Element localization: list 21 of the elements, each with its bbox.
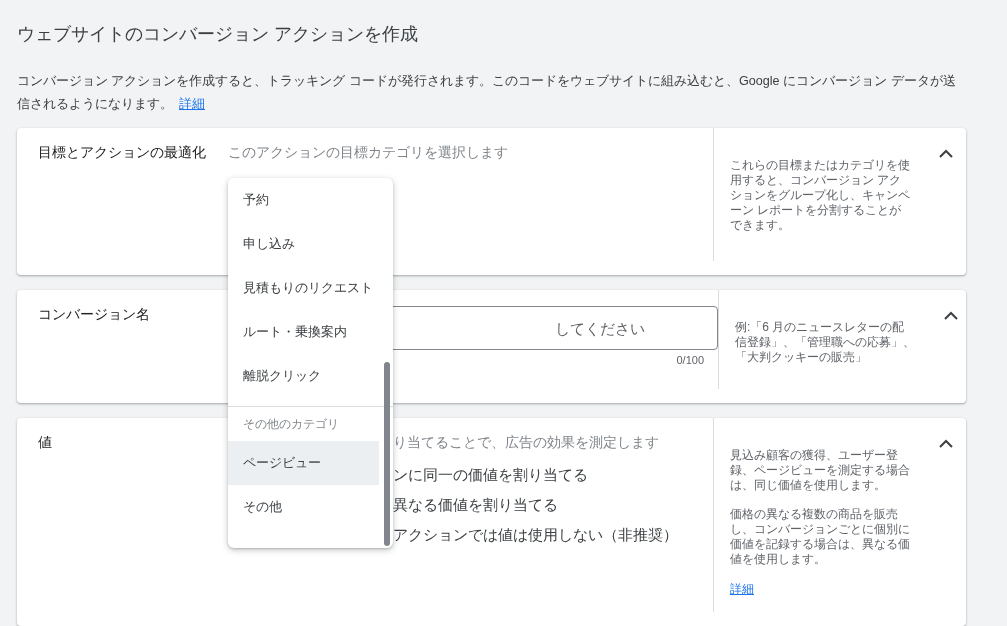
scrollbar-thumb[interactable] [384, 362, 390, 546]
section-label: コンバージョン名 [37, 306, 151, 324]
value-option[interactable]: 異なる価値を割り当てる [393, 496, 713, 516]
value-option[interactable]: アクションでは値は使用しない（非推奨） [393, 526, 713, 546]
value-description: り当てることで、広告の効果を測定します [393, 434, 660, 452]
character-counter: 0/100 [676, 354, 705, 366]
section-label: 目標とアクションの最適化 [37, 144, 207, 162]
help-text: 例:「6 月のニュースレターの配信登録」、「管理職への応募」、「大判クッキーの販売」 [735, 320, 915, 365]
value-option[interactable]: ンに同一の価値を割り当てる [393, 466, 713, 486]
learn-more-link[interactable]: 詳細 [179, 97, 205, 111]
menu-item[interactable]: ページビュー [228, 441, 379, 485]
help-text: 見込み顧客の獲得、ユーザー登録、ページビューを測定する場合は、同じ価値を使用します。 [730, 448, 910, 493]
menu-item[interactable]: 予約 [228, 178, 379, 222]
intro-text: コンバージョン アクションを作成すると、トラッキング コードが発行されます。このコードをウェブサイトに組み込むと、Google にコンバージョン データが送信されるようになります。 詳細 [17, 73, 957, 113]
goal-description: このアクションの目標カテゴリを選択します [228, 144, 509, 162]
learn-more-link[interactable]: 詳細 [730, 581, 754, 598]
help-text: これらの目標またはカテゴリを使用すると、コンバージョン アクションをグループ化し、キャンペーン レポートを分割することができます。 [730, 158, 910, 233]
page-title: ウェブサイトのコンバージョン アクションを作成 [17, 23, 419, 46]
section-label: 値 [37, 434, 53, 452]
help-text: 価格の異なる複数の商品を販売し、コンバージョンごとに個別に価値を記録する場合は、異なる価値を使用します。 [730, 507, 910, 567]
menu-group-header: その他のカテゴリ [242, 415, 340, 433]
